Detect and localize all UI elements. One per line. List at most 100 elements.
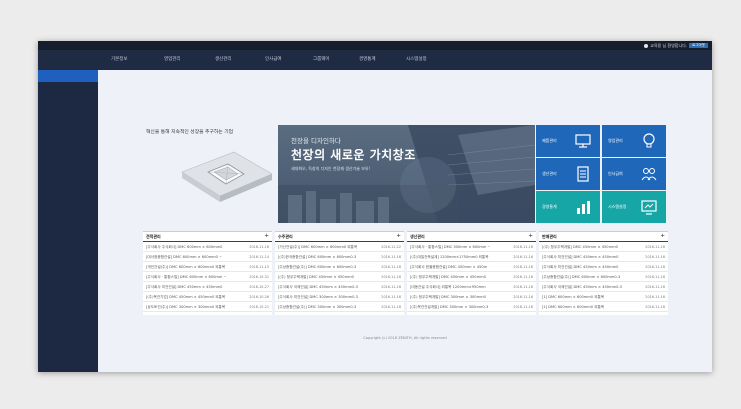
nav-item-hr-payroll[interactable]: 인사급여 xyxy=(265,56,282,62)
list-item[interactable]: [(주)목건기업] DMC 450mm × 450mm0 외통목 2016-10-… xyxy=(143,292,272,302)
panel-estimates: 견적관리 + [주식회사 주식회사] DMC 600mm × 600mm0 201… xyxy=(143,231,272,315)
nav-item-sales[interactable]: 영업관리 xyxy=(164,56,181,62)
list-item-date: 2016-11-22 xyxy=(381,245,401,249)
user-area: 교육용 님 환영합니다. 로그아웃 xyxy=(644,42,708,49)
list-item[interactable]: [주식회사 미건건설] DMC 450mm × 450mm0 2016-11-16 xyxy=(539,252,668,262)
list-item[interactable]: [주식회사 미건건설] DMC 450mm × 450mm0 2016-11-16 xyxy=(539,262,668,272)
logout-button[interactable]: 로그아웃 xyxy=(689,43,708,48)
tile-hr-payroll[interactable]: 인사급여 xyxy=(602,158,666,190)
bulb-icon xyxy=(643,133,655,148)
panel-production: 생산관리 + [주식회사 · 통합스틸] DMC 300mm × 600mm ~… xyxy=(407,231,536,315)
list-item[interactable]: [주식회사 국제건설] DMC 450mm × 450mm0-3 2016-11-… xyxy=(275,282,404,292)
list-item[interactable]: [주식회사 미건건설] DMC 450mm × 450mm0 2016-10-27 xyxy=(143,282,272,292)
monitor-icon xyxy=(575,134,591,148)
panel-title: 생산관리 xyxy=(410,234,425,239)
list-item-date: 2016-11-16 xyxy=(249,245,269,249)
list-item[interactable]: [주상종합건설(주)] DMC 600mm × 600mm0-3 2016-11-… xyxy=(275,262,404,272)
nav-item-basic-info[interactable]: 기본정보 xyxy=(111,56,128,62)
list-item[interactable]: [개인건설(주)] DMC 600mm × 600mm0 외통목 2016-11-… xyxy=(143,262,272,272)
app-window: 교육용 님 환영합니다. 로그아웃 기본정보 영업관리 생산관리 인사급여 그룹… xyxy=(38,41,712,372)
panel-title: 견적관리 xyxy=(146,234,161,239)
list-item-text: [주상종합건설(주)] DMC 600mm × 600mm0-3 xyxy=(278,265,357,269)
panel-header: 판매관리 + xyxy=(539,232,668,242)
list-item-text: [주식회사 국제건설] DMC 450mm × 450mm0-3 xyxy=(278,285,358,289)
list-item[interactable]: [거산건설(주)] DMC 600mm × 600mm0 외통목 2016-11-… xyxy=(275,242,404,252)
list-item-date: 2016-11-16 xyxy=(645,275,665,279)
list-item-text: [(주)한국종합건설] DMC 600mm × 600mm0-3 xyxy=(278,255,357,259)
list-item-date: 2016-11-16 xyxy=(645,285,665,289)
hero-slogan: 혁신을 통해 지속적인 성장을 추구하는 기업 xyxy=(146,130,234,135)
banner-description: 세대화오, 독창의 디자인 천장재 생산기술 보유! xyxy=(291,166,371,171)
list-item[interactable]: [1] DMC 600mm × 600mm0 외통목 2016-11-16 xyxy=(539,302,668,312)
list-item[interactable]: [주식회사 · 통합스틸] DMC 300mm × 600mm ~ 2016-11… xyxy=(407,242,536,252)
list-item[interactable]: [(주)목건건설개발] DMC 300mm × 300mm0-3 2016-11-… xyxy=(407,302,536,312)
list-item-text: [주식회사 주식회사] DMC 600mm × 600mm0 xyxy=(146,245,223,249)
more-plus-icon[interactable]: + xyxy=(528,233,533,239)
list-item[interactable]: [주식회사 국제건설] DMC 450mm × 450mm0-3 2016-11-… xyxy=(539,282,668,292)
ceiling-panel-illustration xyxy=(181,151,273,202)
list-item[interactable]: [(주) 청우주택개발] DMC 300mm × 300mm0 2016-11-1… xyxy=(407,292,536,302)
top-bar: 교육용 님 환영합니다. 로그아웃 xyxy=(38,41,712,50)
list-item-text: [(주)대일건축설계] 1200mm×1750mm0 외통목 xyxy=(410,255,489,259)
tile-products[interactable]: 제품관리 xyxy=(536,125,600,157)
tile-production[interactable]: 생산관리 xyxy=(536,158,600,190)
list-item-text: [주식회사 미건건설] DMC 450mm × 450mm0 xyxy=(542,265,619,269)
hero-banner: 천장을 디자인하다 천장의 새로운 가치창조 세대화오, 독창의 디자인 천장재… xyxy=(278,125,535,223)
list-item-date: 2016-11-16 xyxy=(381,295,401,299)
list-item[interactable]: [상도토건(주)] DMC 300mm × 300mm0 외통목 2016-10-… xyxy=(143,302,272,312)
list-item-text: [주상종합건설(주)] DMC 600mm × 600mm0-3 xyxy=(542,275,621,279)
list-item[interactable]: [1] DMC 600mm × 600mm0 외통목 2016-11-16 xyxy=(539,292,668,302)
list-item-date: 2016-10-21 xyxy=(249,305,269,309)
list-item-text: [(주) 청우주택개발] DMC 450mm × 450mm0 xyxy=(542,245,618,249)
dashboard: 혁신을 통해 지속적인 성장을 추구하는 기업 천장을 디자인하다 천장의 새로… xyxy=(98,70,712,372)
list-item[interactable]: [(주)대일건축설계] 1200mm×1750mm0 외통목 2016-11-16 xyxy=(407,252,536,262)
list-item-text: [주식회사 미건건설] DMC 450mm × 450mm0 xyxy=(146,285,223,289)
list-item[interactable]: [주식회사 · 통합스틸] DMC 600mm × 600mm ~ 2016-10… xyxy=(143,272,272,282)
tile-statistics[interactable]: 경영통계 xyxy=(536,191,600,223)
list-item-text: [(주)목건건설개발] DMC 300mm × 300mm0-3 xyxy=(410,305,489,309)
panel-header: 수주관리 + xyxy=(275,232,404,242)
list-item-date: 2016-11-16 xyxy=(513,285,533,289)
nav-item-system-settings[interactable]: 시스템설정 xyxy=(406,56,427,62)
panel-title: 판매관리 xyxy=(542,234,557,239)
list-item-date: 2016-10-26 xyxy=(249,295,269,299)
list-item-date: 2016-11-16 xyxy=(645,245,665,249)
sidebar xyxy=(38,70,98,372)
list-item-date: 2016-11-16 xyxy=(381,285,401,289)
list-item-date: 2016-11-16 xyxy=(381,275,401,279)
list-item[interactable]: [주상종합건설(주)] DMC 300mm × 300mm0-3 2016-11-… xyxy=(275,302,404,312)
tile-sales[interactable]: 영업관리 xyxy=(602,125,666,157)
list-item-date: 2016-10-27 xyxy=(249,285,269,289)
list-item[interactable]: [(주) 청우주택개발] DMC 450mm × 450mm0 2016-11-1… xyxy=(407,272,536,282)
list-item[interactable]: [(주) 청우주택개발] DMC 450mm × 450mm0 2016-11-1… xyxy=(275,272,404,282)
list-item-date: 2016-11-16 xyxy=(513,255,533,259)
sidebar-item-active[interactable] xyxy=(38,70,98,82)
list-item-date: 2016-11-16 xyxy=(513,295,533,299)
display-icon xyxy=(641,200,657,215)
list-item[interactable]: [(주)한국종합건설] DMC 600mm × 600mm0-3 2016-11-… xyxy=(275,252,404,262)
list-item-text: [주식회사 미건건설] DMC 450mm × 450mm0 xyxy=(542,255,619,259)
more-plus-icon[interactable]: + xyxy=(396,233,401,239)
more-plus-icon[interactable]: + xyxy=(264,233,269,239)
list-item-text: [주식회사 · 통합스틸] DMC 600mm × 600mm ~ xyxy=(146,275,227,279)
list-item[interactable]: [대동건설 주식회사] 외통목 1200mm×950mm 2016-11-16 xyxy=(407,282,536,292)
list-item[interactable]: [주식회사 한울종합건설] DMC 450mm × 450m 2016-11-16 xyxy=(407,262,536,272)
tile-system-settings[interactable]: 시스템설정 xyxy=(602,191,666,223)
list-item-text: [(주) 청우주택개발] DMC 450mm × 450mm0 xyxy=(278,275,354,279)
list-item-text: [주식회사 미건건설] DMC 300mm × 300mm0-3 xyxy=(278,295,358,299)
panel-header: 견적관리 + xyxy=(143,232,272,242)
nav-item-production[interactable]: 생산관리 xyxy=(215,56,232,62)
list-item[interactable]: [대서정종합건설] DMC 600mm × 600mm0 ~ 2016-11-14 xyxy=(143,252,272,262)
list-item[interactable]: [주식회사 주식회사] DMC 600mm × 600mm0 2016-11-16 xyxy=(143,242,272,252)
board-panels: 견적관리 + [주식회사 주식회사] DMC 600mm × 600mm0 201… xyxy=(143,231,668,315)
list-item[interactable]: [주상종합건설(주)] DMC 600mm × 600mm0-3 2016-11-… xyxy=(539,272,668,282)
list-item-date: 2016-11-16 xyxy=(513,305,533,309)
nav-item-statistics[interactable]: 경영통계 xyxy=(359,56,376,62)
list-item-text: [(주)목건기업] DMC 450mm × 450mm0 외통목 xyxy=(146,295,226,299)
nav-item-groupware[interactable]: 그룹웨어 xyxy=(313,56,330,62)
panel-sales: 판매관리 + [(주) 청우주택개발] DMC 450mm × 450mm0 20… xyxy=(539,231,668,315)
list-item[interactable]: [주식회사 미건건설] DMC 300mm × 300mm0-3 2016-11-… xyxy=(275,292,404,302)
more-plus-icon[interactable]: + xyxy=(660,233,665,239)
list-item[interactable]: [(주) 청우주택개발] DMC 450mm × 450mm0 2016-11-1… xyxy=(539,242,668,252)
list-item-text: [(주) 청우주택개발] DMC 300mm × 300mm0 xyxy=(410,295,486,299)
